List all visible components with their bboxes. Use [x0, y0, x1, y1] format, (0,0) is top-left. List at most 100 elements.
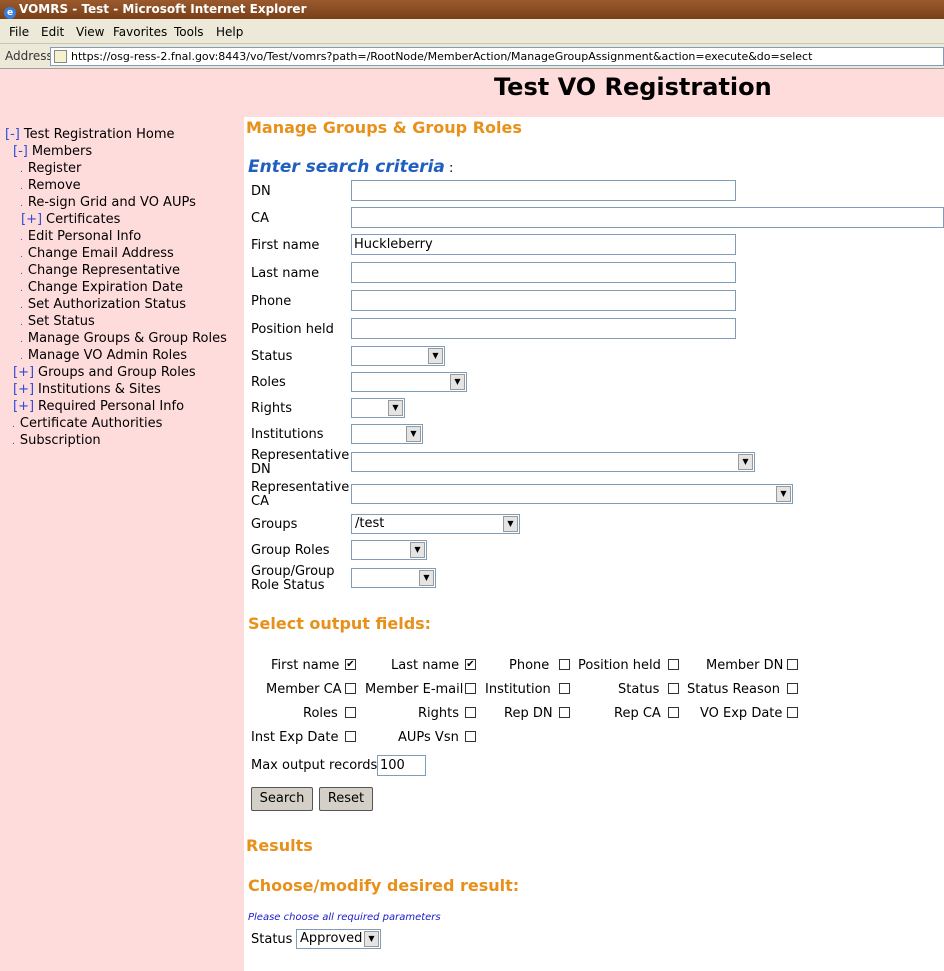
search-button[interactable]: Search: [251, 787, 313, 811]
institutions-label: Institutions: [251, 427, 324, 442]
collapse-icon[interactable]: [-]: [5, 127, 20, 142]
ca-label: CA: [251, 211, 269, 226]
sidebar-item-certificates[interactable]: [+] Certificates: [21, 212, 120, 227]
last-name-label: Last name: [251, 266, 320, 281]
sidebar-item-label: Institutions & Sites: [38, 382, 161, 397]
rep-ca-select[interactable]: ▼: [351, 484, 793, 504]
bullet-icon: .: [20, 182, 23, 192]
sidebar-item-label: Re-sign Grid and VO AUPs: [27, 195, 196, 210]
menu-bar: File Edit View Favorites Tools Help: [0, 19, 944, 44]
menu-tools[interactable]: Tools: [174, 25, 204, 39]
sidebar-item-change-representative[interactable]: . Change Representative: [20, 263, 180, 278]
collapse-icon[interactable]: [-]: [13, 144, 28, 159]
main-content: Manage Groups & Group Roles Enter search…: [244, 117, 944, 971]
groups-select-value: /test: [355, 516, 385, 531]
sidebar-item-resign-aups[interactable]: . Re-sign Grid and VO AUPs: [20, 195, 196, 210]
out-vo-exp-date-checkbox[interactable]: [787, 707, 798, 718]
out-status-reason-checkbox[interactable]: [787, 683, 798, 694]
groups-select[interactable]: /test ▼: [351, 514, 520, 534]
menu-help[interactable]: Help: [216, 25, 243, 39]
bullet-icon: .: [20, 267, 23, 277]
sidebar-item-groups-roles[interactable]: [+] Groups and Group Roles: [13, 365, 196, 380]
menu-file[interactable]: File: [9, 25, 29, 39]
position-input[interactable]: [351, 318, 736, 339]
first-name-input[interactable]: [351, 234, 736, 255]
institutions-select[interactable]: ▼: [351, 424, 423, 444]
address-bar: Address https://osg-ress-2.fnal.gov:8443…: [0, 44, 944, 69]
roles-label: Roles: [251, 375, 286, 390]
max-records-label: Max output records: [251, 758, 378, 773]
results-heading: Results: [246, 836, 313, 855]
ca-input[interactable]: [351, 207, 944, 228]
out-first-name-checkbox[interactable]: ✔: [345, 659, 356, 670]
out-member-email-checkbox[interactable]: [465, 683, 476, 694]
last-name-input[interactable]: [351, 262, 736, 283]
out-inst-exp-date-checkbox[interactable]: [345, 731, 356, 742]
expand-icon[interactable]: [+]: [13, 382, 34, 397]
out-rep-dn-checkbox[interactable]: [559, 707, 570, 718]
phone-input[interactable]: [351, 290, 736, 311]
rep-dn-label: Representative DN: [251, 449, 349, 477]
rep-dn-select[interactable]: ▼: [351, 452, 755, 472]
sidebar-item-label: Certificate Authorities: [19, 416, 163, 431]
sidebar-item-members[interactable]: [-] Members: [13, 144, 92, 159]
expand-icon[interactable]: [+]: [13, 365, 34, 380]
group-role-status-label-line1: Group/Group: [251, 564, 335, 579]
menu-favorites[interactable]: Favorites: [113, 25, 167, 39]
sidebar-item-register[interactable]: . Register: [20, 161, 81, 176]
chevron-down-icon: ▼: [776, 486, 791, 502]
out-rights-label: Rights: [418, 706, 460, 721]
sidebar-item-remove[interactable]: . Remove: [20, 178, 81, 193]
address-label: Address: [5, 49, 53, 63]
out-rep-dn-label: Rep DN: [504, 706, 553, 721]
status-select[interactable]: ▼: [351, 346, 445, 366]
sidebar-item-manage-groups[interactable]: . Manage Groups & Group Roles: [20, 331, 227, 346]
rights-select[interactable]: ▼: [351, 398, 405, 418]
chevron-down-icon: ▼: [450, 374, 465, 390]
bullet-icon: .: [20, 318, 23, 328]
sidebar-item-set-authorization[interactable]: . Set Authorization Status: [20, 297, 186, 312]
sidebar-item-cert-authorities[interactable]: . Certificate Authorities: [12, 416, 162, 431]
sidebar-item-change-email[interactable]: . Change Email Address: [20, 246, 174, 261]
reset-button[interactable]: Reset: [319, 787, 373, 811]
out-rights-checkbox[interactable]: [465, 707, 476, 718]
menu-edit[interactable]: Edit: [41, 25, 64, 39]
sidebar-item-home[interactable]: [-] Test Registration Home: [5, 127, 175, 142]
sidebar-item-set-status[interactable]: . Set Status: [20, 314, 95, 329]
out-aups-vsn-checkbox[interactable]: [465, 731, 476, 742]
sidebar-item-manage-admin-roles[interactable]: . Manage VO Admin Roles: [20, 348, 187, 363]
out-status-checkbox[interactable]: [668, 683, 679, 694]
out-position-checkbox[interactable]: [668, 659, 679, 670]
out-member-dn-checkbox[interactable]: [787, 659, 798, 670]
address-input[interactable]: https://osg-ress-2.fnal.gov:8443/vo/Test…: [50, 47, 944, 66]
menu-view[interactable]: View: [76, 25, 104, 39]
out-member-ca-checkbox[interactable]: [345, 683, 356, 694]
rep-ca-label-line2: CA: [251, 494, 269, 509]
group-roles-select[interactable]: ▼: [351, 540, 427, 560]
out-aups-vsn-label: AUPs Vsn: [398, 730, 459, 745]
out-institution-checkbox[interactable]: [559, 683, 570, 694]
out-status-label: Status: [618, 682, 660, 697]
sidebar-item-label: Change Email Address: [27, 246, 174, 261]
out-phone-checkbox[interactable]: [559, 659, 570, 670]
expand-icon[interactable]: [+]: [13, 399, 34, 414]
roles-select[interactable]: ▼: [351, 372, 467, 392]
chevron-down-icon: ▼: [364, 931, 379, 947]
sidebar-item-subscription[interactable]: . Subscription: [12, 433, 101, 448]
out-roles-checkbox[interactable]: [345, 707, 356, 718]
out-rep-ca-checkbox[interactable]: [668, 707, 679, 718]
sidebar-item-required-info[interactable]: [+] Required Personal Info: [13, 399, 184, 414]
dn-input[interactable]: [351, 180, 736, 201]
out-last-name-checkbox[interactable]: ✔: [465, 659, 476, 670]
sidebar-item-label: Subscription: [19, 433, 101, 448]
result-status-select[interactable]: Approved ▼: [296, 929, 381, 949]
max-records-input[interactable]: [377, 755, 426, 776]
status-label: Status: [251, 349, 293, 364]
group-role-status-select[interactable]: ▼: [351, 568, 436, 588]
sidebar-item-edit-personal-info[interactable]: . Edit Personal Info: [20, 229, 141, 244]
bullet-icon: .: [12, 437, 15, 447]
chevron-down-icon: ▼: [406, 426, 421, 442]
expand-icon[interactable]: [+]: [21, 212, 42, 227]
sidebar-item-change-expiration[interactable]: . Change Expiration Date: [20, 280, 183, 295]
sidebar-item-institutions[interactable]: [+] Institutions & Sites: [13, 382, 161, 397]
